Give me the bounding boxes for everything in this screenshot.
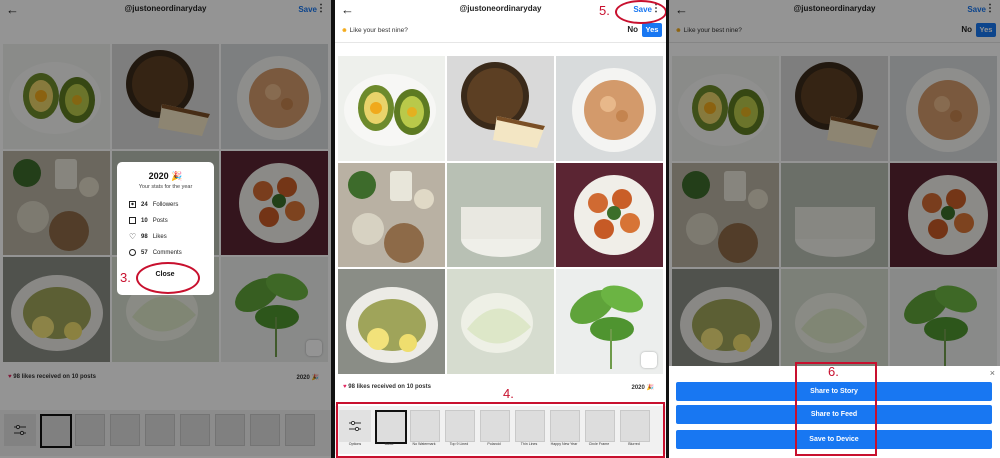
panel-stats-modal: ← @justoneordinaryday Save ⋮ ♥ 98 likes …	[0, 0, 331, 458]
annotation-step-4: 4.	[503, 386, 514, 401]
yes-button[interactable]: Yes	[642, 23, 662, 37]
sheet-overlay	[669, 0, 1000, 366]
grid-photo-basil	[556, 269, 663, 374]
posts-icon	[129, 217, 136, 224]
stat-comments: 57 Comments	[129, 249, 182, 256]
annotation-step-6: 6.	[828, 364, 839, 379]
grid-photo-lemon-flatlay	[338, 162, 445, 268]
grid-photo-fennel	[447, 269, 554, 374]
comment-icon	[129, 249, 136, 256]
grid-photo-avocado-egg	[338, 56, 445, 161]
grid-photo-yogurt-bowl	[447, 162, 554, 268]
question-bar: ☻ Like your best nine? No Yes	[335, 20, 666, 43]
heart-icon: ♡	[129, 232, 137, 241]
annotation-circle-save	[615, 0, 666, 24]
modal-title: 2020 🎉	[148, 171, 183, 181]
grid-photo-spaghetti	[556, 56, 663, 161]
panel-template-select: ← @justoneordinaryday Save ⋮ ☻ Like your…	[335, 0, 666, 458]
modal-subtitle: Your stats for the year	[138, 184, 193, 190]
grid-photo-shrimp	[556, 162, 663, 268]
question-text: ☻ Like your best nine?	[341, 27, 408, 34]
app-logo-icon	[641, 351, 657, 368]
annotation-step-3: 3.	[120, 270, 131, 285]
stat-likes: ♡ 98 Likes	[129, 232, 167, 241]
stat-posts: 10 Posts	[129, 217, 168, 224]
panel-share-sheet: ← @justoneordinaryday Save ⋮ ☻ Like your…	[669, 0, 1000, 458]
annotation-box-templates	[336, 402, 665, 458]
annotation-circle-close	[136, 262, 200, 294]
best-nine-grid	[338, 56, 663, 374]
no-button[interactable]: No	[627, 25, 638, 34]
grid-photo-cheesecake	[447, 56, 554, 161]
close-icon[interactable]: ×	[990, 368, 995, 378]
smiley-icon: ☻	[341, 27, 348, 34]
followers-icon	[129, 201, 136, 208]
summary-footer: ♥ 98 likes received on 10 posts 2020 🎉	[335, 382, 666, 394]
likes-summary: ♥ 98 likes received on 10 posts	[343, 384, 431, 390]
year-label: 2020 🎉	[631, 385, 655, 391]
grid-photo-pesto-fish	[338, 269, 445, 374]
stat-followers: 24 Followers	[129, 201, 178, 208]
annotation-step-5: 5.	[599, 3, 610, 18]
